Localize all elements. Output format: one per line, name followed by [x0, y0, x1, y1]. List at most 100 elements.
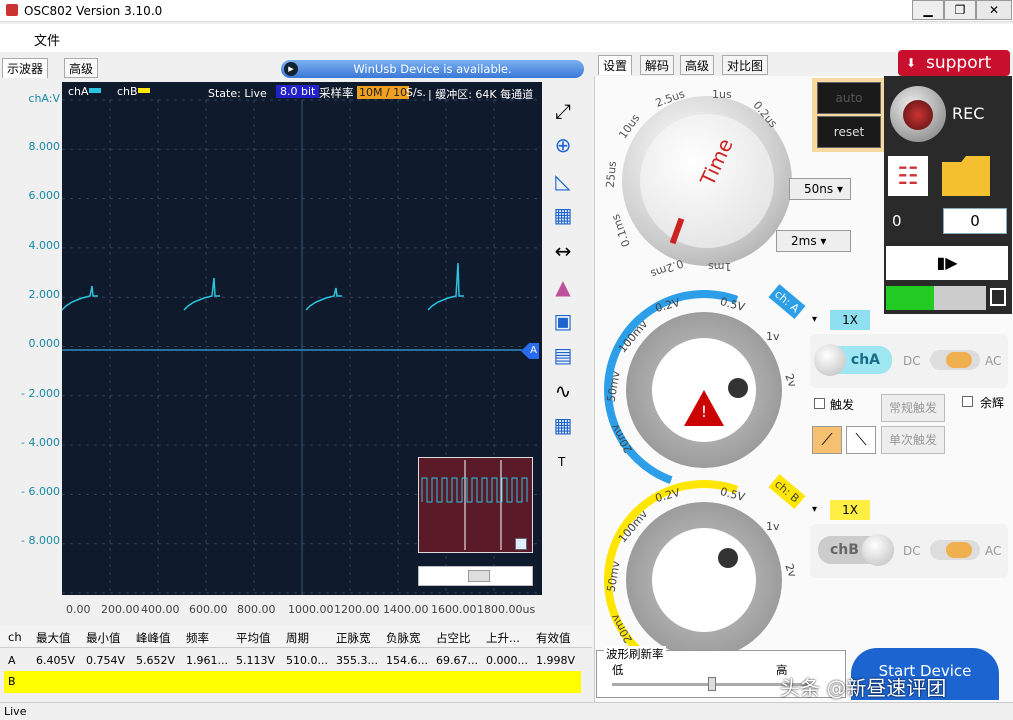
x-tick-label: 400.00 — [141, 603, 180, 616]
tab-advanced-right[interactable]: 高级 — [680, 55, 715, 75]
zoom-icon[interactable]: ⊕ — [547, 130, 579, 160]
app-icon — [6, 4, 18, 16]
ruler-icon[interactable]: ◺ — [547, 166, 579, 196]
auto-button[interactable]: auto — [817, 82, 881, 114]
x-tick-label: 1600.00 — [431, 603, 477, 616]
cha-toggle-knob — [814, 344, 846, 376]
chevron-down-icon: ▾ — [820, 234, 827, 248]
refresh-slider-thumb[interactable] — [708, 677, 716, 691]
table-header: 正脉宽 — [336, 631, 371, 645]
x-tick-label: 600.00 — [189, 603, 228, 616]
trigger-checkbox[interactable] — [814, 398, 825, 409]
trigger-label: 触发 — [830, 398, 855, 412]
time-select-2-value: 2ms — [791, 234, 817, 248]
x-tick-label: 1400.00 — [383, 603, 429, 616]
maximize-button[interactable]: ❐ — [944, 0, 976, 20]
chb-probe-dropdown[interactable]: ▾ — [812, 500, 826, 520]
fit-icon[interactable]: ⤢ — [547, 96, 579, 126]
rate-unit: S/s. — [406, 86, 426, 99]
scroll-thumb[interactable] — [468, 570, 490, 582]
normal-trigger-button[interactable]: 常规触发 — [881, 394, 945, 422]
table-header: 占空比 — [436, 631, 471, 645]
cha-probe-dropdown[interactable]: ▾ — [812, 310, 826, 330]
y-unit: chA:V — [28, 92, 60, 105]
afterglow-checkbox[interactable] — [962, 396, 973, 407]
folder-icon[interactable] — [942, 156, 990, 196]
table-header: 周期 — [286, 631, 309, 645]
cha-probe[interactable]: 1X — [830, 310, 870, 330]
time-select-1[interactable]: 50ns ▾ — [789, 178, 851, 200]
image-icon[interactable]: ▤ — [547, 340, 579, 370]
tab-compare[interactable]: 对比图 — [722, 55, 769, 75]
grid-icon[interactable]: ▦ — [547, 200, 579, 230]
watermark: 头条 @新昼速评团 — [780, 676, 947, 700]
cha-knob-dot — [728, 378, 748, 398]
tab-oscilloscope[interactable]: 示波器 — [2, 58, 49, 78]
y-tick-label: 6.000 — [28, 189, 61, 203]
table-cell: 5.652V — [136, 654, 176, 667]
table-icon[interactable]: ▦ — [547, 410, 579, 440]
table-cell: 510.0... — [286, 654, 328, 667]
mixer-icon[interactable]: ☷ — [888, 156, 928, 196]
chb-coupling-knob — [946, 542, 972, 558]
table-cell: 1.961... — [186, 654, 228, 667]
minimize-button[interactable]: ▁ — [912, 0, 944, 20]
table-header: 上升... — [486, 631, 520, 645]
table-header: ch — [8, 630, 22, 644]
window-title: OSC802 Version 3.10.0 — [24, 4, 163, 18]
table-cell: 6.405V — [36, 654, 76, 667]
state-text: State: Live — [208, 87, 267, 100]
falling-edge-icon[interactable]: ⟍ — [846, 426, 876, 454]
chb-knob[interactable] — [652, 528, 756, 632]
row-b — [4, 671, 581, 693]
cha-dc: DC — [903, 354, 921, 368]
measure-icon[interactable]: ↔ — [547, 236, 579, 266]
x-tick-label: 800.00 — [237, 603, 276, 616]
table-header: 最小值 — [86, 631, 121, 645]
close-button[interactable]: ✕ — [976, 0, 1012, 20]
ch-b-swatch — [138, 88, 150, 93]
y-tick-label: - 2.000 — [21, 386, 60, 400]
x-tick-label: 1000.00 — [288, 603, 334, 616]
spectrum-icon[interactable]: ▲ — [547, 272, 579, 302]
stop-icon[interactable] — [990, 288, 1006, 306]
device-banner: WinUsb Device is available. — [281, 60, 584, 78]
buffer-text: | 缓冲区: 64K 每通道 — [428, 88, 534, 101]
ch-a-swatch — [89, 88, 101, 93]
y-tick-label: - 4.000 — [21, 435, 60, 449]
table-header: 峰峰值 — [136, 631, 171, 645]
x-tick-label: 200.00 — [101, 603, 140, 616]
table-cell: A — [8, 654, 16, 667]
single-trigger-button[interactable]: 单次触发 — [881, 426, 945, 454]
support-icon: ⬇ — [906, 56, 917, 70]
y-tick-label: 8.000 — [28, 140, 61, 153]
y-tick-label: 0.000 — [28, 337, 61, 351]
tab-settings[interactable]: 设置 — [598, 55, 633, 75]
table-cell: 1.998V — [536, 654, 576, 667]
table-cell: 5.113V — [236, 654, 276, 667]
time-select-1-value: 50ns — [804, 182, 834, 196]
tab-advanced[interactable]: 高级 — [64, 58, 99, 78]
chb-tick: 1v — [766, 520, 780, 533]
save-icon[interactable]: ▣ — [547, 306, 579, 336]
wave-icon[interactable]: ∿ — [547, 376, 579, 406]
bits-badge: 8.0 bit — [276, 85, 320, 98]
afterglow-label: 余辉 — [980, 396, 1005, 410]
rec-dot-icon — [903, 100, 933, 130]
overview-checkbox[interactable] — [515, 538, 527, 550]
x-tick-label: 0.00 — [66, 603, 91, 616]
menu-file[interactable]: 文件 — [34, 30, 60, 49]
y-tick-label: 4.000 — [28, 238, 61, 252]
chb-knob-dot — [718, 548, 738, 568]
step-play-button[interactable]: ▮▶ — [886, 246, 1008, 280]
play-icon[interactable]: ▶ — [284, 62, 298, 76]
reset-button[interactable]: reset — [817, 116, 881, 148]
chb-probe[interactable]: 1X — [830, 500, 870, 520]
rate-label: 采样率 — [319, 86, 354, 100]
rec-counter-input[interactable]: 0 — [943, 208, 1007, 234]
time-select-2[interactable]: 2ms ▾ — [776, 230, 851, 252]
row-b-label: B — [8, 675, 16, 688]
rising-edge-icon[interactable]: ⟋ — [812, 426, 842, 454]
tab-decode[interactable]: 解码 — [640, 55, 675, 75]
x-tick-label: 1800.00us — [477, 603, 536, 616]
